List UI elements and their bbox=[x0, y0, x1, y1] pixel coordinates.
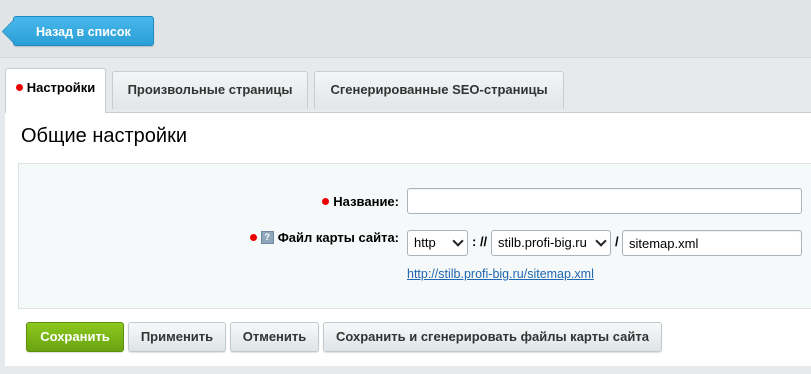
chevron-down-icon bbox=[452, 235, 464, 247]
cancel-button[interactable]: Отменить bbox=[230, 322, 319, 352]
chevron-down-icon bbox=[595, 235, 607, 247]
required-marker-icon bbox=[15, 84, 23, 92]
path-separator: / bbox=[615, 234, 619, 249]
domain-select[interactable]: stilb.profi-big.ru bbox=[491, 230, 611, 256]
required-marker-icon bbox=[249, 234, 257, 242]
tab-custom-pages[interactable]: Произвольные страницы bbox=[112, 71, 308, 109]
apply-button[interactable]: Применить bbox=[128, 322, 226, 352]
sitemap-label-text: Файл карты сайта: bbox=[277, 230, 399, 245]
tab-seo-pages-label: Сгенерированные SEO-страницы bbox=[330, 82, 548, 97]
top-toolbar: Назад в список bbox=[0, 0, 811, 58]
required-marker-icon bbox=[322, 198, 330, 206]
question-icon[interactable]: ? bbox=[260, 231, 274, 245]
save-and-generate-button[interactable]: Сохранить и сгенерировать файлы карты са… bbox=[323, 322, 662, 352]
back-to-list-button[interactable]: Назад в список bbox=[13, 16, 154, 46]
protocol-select[interactable]: http bbox=[407, 230, 468, 256]
name-label: Название: bbox=[247, 194, 399, 209]
sitemap-url-link[interactable]: http://stilb.profi-big.ru/sitemap.xml bbox=[407, 267, 594, 281]
tab-custom-pages-label: Произвольные страницы bbox=[127, 82, 293, 97]
protocol-select-value: http bbox=[414, 235, 436, 250]
page-title: Общие настройки bbox=[21, 125, 187, 147]
sitemap-label: ? Файл карты сайта: bbox=[209, 230, 399, 245]
name-label-text: Название: bbox=[333, 194, 399, 209]
sitemap-filename-input[interactable] bbox=[622, 230, 802, 256]
tab-seo-pages[interactable]: Сгенерированные SEO-страницы bbox=[314, 71, 564, 109]
back-to-list-label: Назад в список bbox=[36, 25, 131, 39]
settings-form: Название: ? Файл карты сайта: http : // s… bbox=[18, 163, 811, 309]
protocol-separator: : // bbox=[472, 234, 488, 249]
name-input[interactable] bbox=[407, 188, 802, 214]
save-button[interactable]: Сохранить bbox=[26, 322, 124, 352]
tab-settings-label: Настройки bbox=[26, 80, 96, 95]
domain-select-value: stilb.profi-big.ru bbox=[498, 235, 587, 250]
tab-settings[interactable]: Настройки bbox=[5, 68, 106, 113]
